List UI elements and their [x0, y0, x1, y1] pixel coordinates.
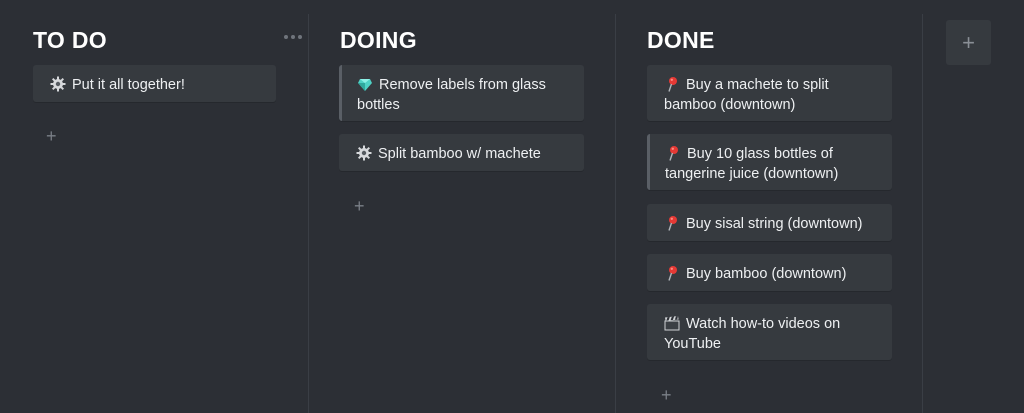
pushpin-icon [664, 76, 680, 92]
card[interactable]: Buy sisal string (downtown) [647, 204, 892, 241]
pushpin-icon [664, 215, 680, 231]
card[interactable]: Buy a machete to split bamboo (downtown) [647, 65, 892, 121]
more-options-icon[interactable] [284, 30, 302, 44]
card[interactable]: Watch how-to videos on YouTube [647, 304, 892, 360]
kanban-board: TO DO Put it all together! + DOING Remov… [0, 0, 1024, 413]
add-card-button[interactable]: + [354, 197, 365, 215]
column-doing: DOING Remove labels from glass bottles S… [309, 0, 615, 413]
add-card-button[interactable]: + [661, 386, 672, 404]
add-column-button[interactable]: + [946, 20, 991, 65]
card-text: Buy 10 glass bottles of tangerine juice … [665, 146, 839, 182]
card-text: Watch how-to videos on YouTube [664, 316, 841, 352]
column-divider [922, 14, 923, 413]
gear-icon [50, 76, 66, 92]
card-text: Put it all together! [72, 77, 185, 93]
column-title[interactable]: TO DO [33, 26, 107, 54]
add-card-button[interactable]: + [46, 127, 57, 145]
card-text: Split bamboo w/ machete [378, 146, 541, 162]
column-todo: TO DO Put it all together! + [0, 0, 308, 413]
gem-icon [357, 76, 373, 92]
pushpin-icon [664, 265, 680, 281]
card-text: Buy sisal string (downtown) [686, 216, 863, 232]
card[interactable]: Split bamboo w/ machete [339, 134, 584, 171]
pushpin-icon [665, 145, 681, 161]
clapperboard-icon [664, 315, 680, 331]
card-text: Buy a machete to split bamboo (downtown) [664, 77, 829, 113]
card[interactable]: Remove labels from glass bottles [339, 65, 584, 121]
column-title[interactable]: DONE [647, 26, 715, 54]
card[interactable]: Put it all together! [33, 65, 276, 102]
column-title[interactable]: DOING [340, 26, 417, 54]
plus-icon: + [962, 29, 975, 55]
card-text: Remove labels from glass bottles [357, 77, 546, 113]
card-text: Buy bamboo (downtown) [686, 266, 847, 282]
gear-icon [356, 145, 372, 161]
card[interactable]: Buy bamboo (downtown) [647, 254, 892, 291]
column-done: DONE Buy a machete to split bamboo (down… [616, 0, 922, 413]
card[interactable]: Buy 10 glass bottles of tangerine juice … [647, 134, 892, 190]
